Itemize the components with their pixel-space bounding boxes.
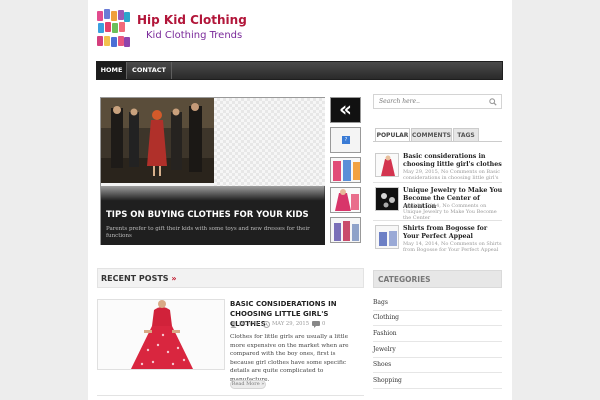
site-title[interactable]: Hip Kid Clothing [137, 13, 247, 27]
category-item[interactable]: Shopping [373, 374, 502, 389]
post-image[interactable] [97, 299, 225, 370]
search-input[interactable] [374, 95, 484, 108]
nav-item-contact-us[interactable]: CONTACT US [127, 62, 171, 91]
category-label[interactable]: Shoes [373, 361, 391, 368]
tab-comments[interactable]: COMMENTS [411, 128, 452, 142]
popular-post-meta: April 24, 2014, No Comments on Unique Je… [403, 203, 497, 221]
tab-popular[interactable]: POPULAR [375, 128, 410, 142]
divider [373, 220, 502, 221]
category-label[interactable]: Shopping [373, 377, 402, 384]
category-label[interactable]: Bags [373, 299, 388, 306]
double-arrow-right-icon: » [171, 274, 177, 283]
divider [97, 395, 364, 396]
nav-separator [171, 62, 172, 79]
slide-thumb-3[interactable] [330, 157, 361, 183]
read-more-button[interactable]: Read More » [230, 380, 266, 389]
category-item[interactable]: Bags [373, 296, 502, 311]
play-icon: ? [342, 136, 350, 144]
category-item[interactable]: Clothing [373, 311, 502, 326]
list-item[interactable]: Shirts from Bogosse for Your Perfect App… [375, 225, 502, 255]
popular-post-meta: May 29, 2015, No Comments on Basic consi… [403, 169, 501, 181]
featured-slider[interactable]: TIPS ON BUYING CLOTHES FOR YOUR KIDS Par… [100, 97, 325, 245]
clock-icon [263, 321, 270, 328]
post-author[interactable]: HENRY [239, 321, 259, 327]
list-item[interactable]: Basic considerations in choosing little … [375, 153, 502, 183]
site-tagline: Kid Clothing Trends [146, 30, 243, 41]
category-item[interactable]: Fashion [373, 327, 502, 342]
categories-title: CATEGORIES [378, 275, 431, 284]
post-excerpt: Clothes for little girls are usually a l… [230, 334, 349, 383]
recent-posts-header: RECENT POSTS » [97, 268, 364, 288]
popular-post-meta: May 14, 2014, No Comments on Shirts from… [403, 241, 502, 253]
section-title: RECENT POSTS » [101, 269, 177, 289]
recent-posts-title: RECENT POSTS [101, 274, 169, 283]
author-icon [230, 321, 237, 328]
slide-thumb-5[interactable] [330, 217, 361, 243]
tab-tags[interactable]: TAGS [453, 128, 479, 142]
divider [373, 182, 502, 183]
list-item[interactable]: Unique Jewelry to Make You Become the Ce… [375, 187, 502, 221]
post-thumbnail[interactable] [375, 225, 399, 249]
popular-posts-list: Basic considerations in choosing little … [373, 141, 502, 259]
slide-thumb-2[interactable]: ? [330, 127, 361, 153]
page-wrapper: Hip Kid Clothing Kid Clothing Trends HOM… [88, 0, 512, 400]
prev-slide-button[interactable]: « [330, 97, 361, 123]
main-nav: HOME CONTACT US [96, 61, 503, 91]
site-logo[interactable] [96, 9, 130, 50]
post-date: MAY 29, 2015 [272, 321, 310, 327]
category-item[interactable]: Shoes [373, 358, 502, 373]
categories-header: CATEGORIES [373, 270, 502, 288]
slide-thumb-4[interactable] [330, 187, 361, 213]
search-icon[interactable] [489, 98, 497, 106]
slide-excerpt: Parents prefer to gift their kids with s… [106, 226, 310, 239]
post-meta: HENRY MAY 29, 2015 0 [230, 321, 360, 329]
category-label[interactable]: Jewelry [373, 346, 396, 353]
category-label[interactable]: Fashion [373, 330, 397, 337]
category-item[interactable]: Jewelry [373, 343, 502, 358]
comment-icon [312, 321, 320, 328]
popular-post-title[interactable]: Shirts from Bogosse for Your Perfect App… [403, 225, 503, 241]
slide-image[interactable] [101, 98, 214, 183]
post-thumbnail[interactable] [375, 153, 399, 177]
category-label[interactable]: Clothing [373, 314, 399, 321]
slide-title[interactable]: TIPS ON BUYING CLOTHES FOR YOUR KIDS [106, 210, 309, 220]
post-comment-count[interactable]: 0 [322, 321, 325, 327]
double-chevron-left-icon: « [339, 97, 352, 121]
slide-caption: TIPS ON BUYING CLOTHES FOR YOUR KIDS Par… [101, 186, 325, 245]
popular-post-title[interactable]: Basic considerations in choosing little … [403, 153, 503, 169]
post-thumbnail[interactable] [375, 187, 399, 211]
slide-pattern-background [214, 98, 325, 186]
search-box [373, 94, 502, 109]
nav-item-home[interactable]: HOME [97, 62, 126, 79]
